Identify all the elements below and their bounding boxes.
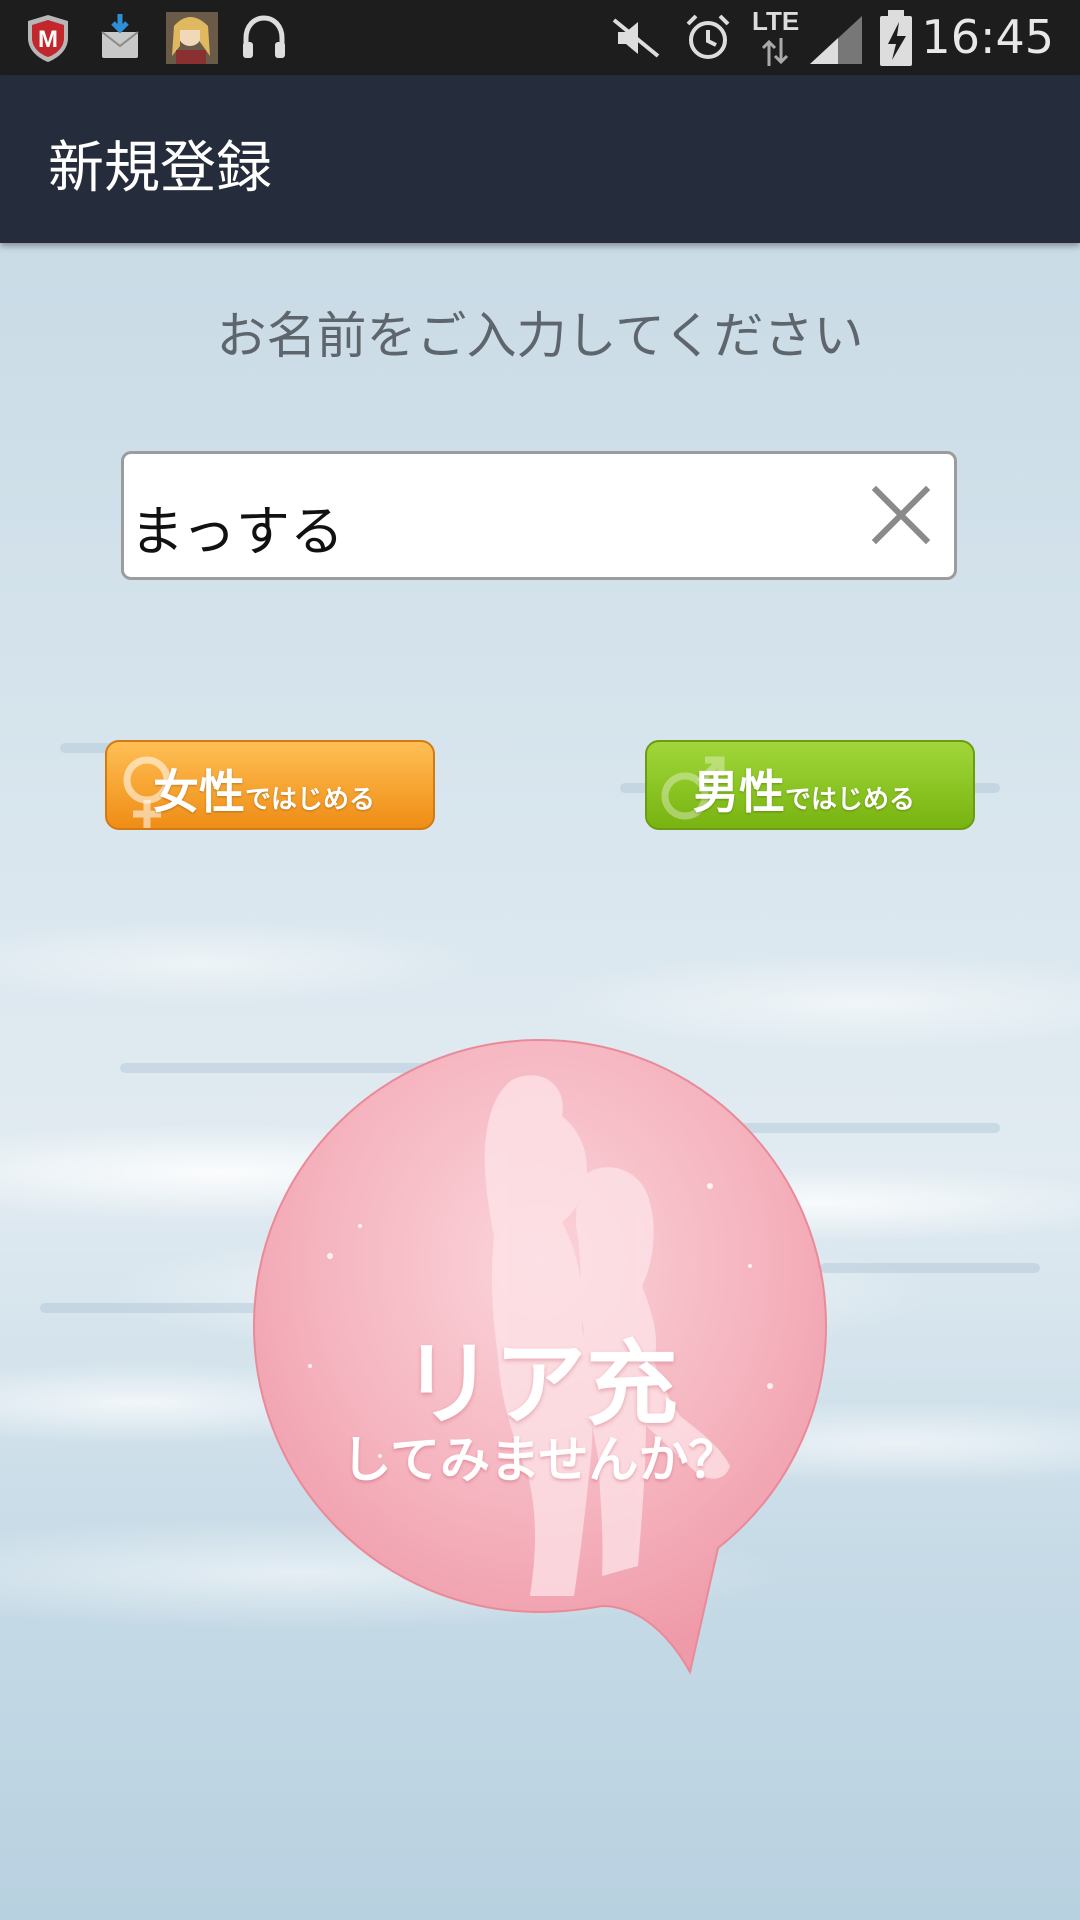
female-label-suffix: ではじめる — [245, 785, 376, 815]
signal-icon — [810, 16, 862, 64]
close-icon[interactable] — [868, 482, 934, 548]
start-female-button[interactable]: 女性ではじめる — [105, 740, 435, 830]
network-type: LTE — [752, 6, 800, 36]
svg-text:M: M — [38, 26, 58, 53]
mute-icon — [612, 18, 660, 58]
start-female-label: 女性ではじめる — [153, 756, 375, 822]
mcafee-shield-icon: M — [28, 15, 68, 62]
male-label-main: 男性 — [693, 765, 785, 819]
page-title: 新規登録 — [48, 136, 272, 201]
alarm-icon — [686, 14, 730, 59]
promo-subtitle: してみませんか？ — [341, 1431, 739, 1489]
clock: 16:45 — [921, 10, 1054, 64]
name-input[interactable]: まっする — [121, 451, 957, 580]
app-bar: 新規登録 — [0, 75, 1080, 243]
data-arrows-icon — [761, 38, 789, 66]
name-prompt: お名前をご入力してください — [216, 307, 864, 365]
status-bar: M LTE 16:45 — [0, 0, 1080, 75]
female-label-main: 女性 — [153, 765, 245, 819]
mail-download-icon — [101, 14, 139, 58]
name-input-value[interactable]: まっする — [130, 487, 344, 566]
avatar-thumbnail — [166, 12, 218, 64]
battery-charging-icon — [880, 10, 912, 66]
male-label-suffix: ではじめる — [785, 785, 916, 815]
start-male-label: 男性ではじめる — [693, 756, 915, 822]
headphones-icon — [243, 15, 285, 58]
start-male-button[interactable]: 男性ではじめる — [645, 740, 975, 830]
